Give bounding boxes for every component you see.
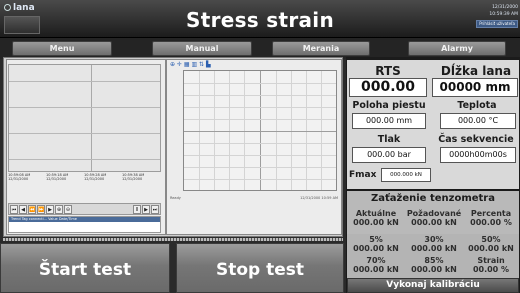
start-test-button[interactable]: Štart test (0, 243, 170, 293)
app-name: lana (13, 3, 35, 13)
xy-status-right: 12/31/2000 10:59 AM (300, 196, 338, 200)
percenta-label: Percenta (470, 209, 512, 218)
trend-toolbar: ⏮ ◀ ⏪ ⏩ ▶ ⊕ ⊖ Ⅱ ▶ ⏭ (8, 203, 161, 215)
pct-5-value: 000.00 kN (353, 244, 399, 253)
rts-label: RTS (375, 64, 401, 78)
strain-value: 00.00 % (472, 265, 510, 274)
pause-icon[interactable]: Ⅱ (133, 205, 141, 214)
trend-axis-label: 10:59:28 AM 12/31/2000 (84, 173, 107, 181)
rts-value: 000.00 (349, 78, 427, 97)
nav-alarmy-button[interactable]: Alarmy (408, 41, 506, 56)
back-icon[interactable]: ◀ (19, 205, 27, 214)
zoom-out-icon[interactable]: ⊖ (64, 205, 72, 214)
fmax-label: Fmax (349, 170, 377, 180)
stop-test-button[interactable]: Stop test (176, 243, 344, 293)
pct-30-value: 000.00 kN (411, 244, 457, 253)
last-icon[interactable]: ⏭ (151, 205, 159, 214)
calibrate-button[interactable]: Vykonaj kalibráciu (347, 278, 519, 293)
first-icon[interactable]: ⏮ (10, 205, 18, 214)
percenta-value: 000.00 % (470, 218, 512, 227)
divider (3, 238, 343, 241)
trend-table-header: Trend Tag connecti... Value Date/Time (9, 217, 160, 222)
app-logo: lana (4, 3, 44, 36)
nav-manual-button[interactable]: Manual (152, 41, 252, 56)
pct-50-label: 50% (481, 235, 501, 244)
pct-5-label: 5% (369, 235, 383, 244)
teplota-value: 000.00 °C (440, 113, 516, 129)
tlak-value: 000.00 bar (352, 147, 426, 163)
cas-value: 0000h00m00s (440, 147, 516, 163)
trend-axis-label: 10:59:18 AM 12/31/2000 (46, 173, 69, 181)
pozadovane-label: Požadované (406, 209, 462, 218)
rewind-icon[interactable]: ⏪ (28, 205, 36, 214)
strain-label: Strain (477, 256, 505, 265)
trend-table[interactable]: Trend Tag connecti... Value Date/Time (8, 216, 161, 233)
forward-icon[interactable]: ⏩ (37, 205, 45, 214)
aktualne-value: 000.00 kN (353, 218, 399, 227)
clock: 12/31/2000 10:59:39 AM Prihlásiť užívate… (476, 4, 518, 28)
logo-icon (4, 4, 11, 11)
page-title: Stress strain (186, 8, 334, 32)
xy-statusbar: Ready 12/31/2000 10:59 AM (170, 195, 338, 203)
pct-30-label: 30% (424, 235, 444, 244)
nav-merania-button[interactable]: Merania (272, 41, 370, 56)
date-display: 12/31/2000 (492, 5, 518, 10)
trend-time-axis: 10:59:08 AM 12/31/2000 10:59:18 AM 12/31… (8, 173, 161, 201)
dlzka-label: Dĺžka lana (440, 64, 512, 78)
tenzometer-title: Zaťaženie tenzometra (371, 193, 495, 204)
xy-status-left: Ready (170, 196, 181, 200)
logo-image (4, 16, 40, 34)
pct-50-value: 000.00 kN (468, 244, 514, 253)
trend-axis-label: 10:59:08 AM 12/31/2000 (8, 173, 31, 181)
tlak-label: Tlak (377, 134, 401, 145)
step-icon[interactable]: ▶ (142, 205, 150, 214)
cas-label: Čas sekvencie (438, 134, 514, 145)
pozadovane-value: 000.00 kN (411, 218, 457, 227)
trend-axis-label: 10:59:38 AM 12/31/2000 (122, 173, 145, 181)
pct-70-label: 70% (366, 256, 386, 265)
zoom-in-icon[interactable]: ⊕ (55, 205, 63, 214)
fmax-value: 000.000 kN (381, 168, 431, 182)
xy-plot[interactable] (183, 70, 337, 191)
pct-70-value: 000.00 kN (353, 265, 399, 274)
teplota-label: Teplota (457, 100, 497, 111)
trend-plot[interactable] (8, 64, 161, 172)
aktualne-label: Aktuálne (355, 209, 397, 218)
xy-toolbar[interactable]: ⊕ ✛ ▦ ▥ ⇅ ▙ (170, 61, 211, 69)
poloha-value: 000.00 mm (352, 113, 426, 129)
pct-85-value: 000.00 kN (411, 265, 457, 274)
pct-85-label: 85% (424, 256, 444, 265)
time-display: 10:59:39 AM (489, 12, 518, 17)
login-button[interactable]: Prihlásiť užívateľa (476, 20, 518, 28)
nav-menu-button[interactable]: Menu (12, 41, 112, 56)
play-icon[interactable]: ▶ (46, 205, 54, 214)
poloha-label: Poloha piestu (352, 100, 426, 111)
dlzka-value: 00000 mm (432, 78, 518, 97)
